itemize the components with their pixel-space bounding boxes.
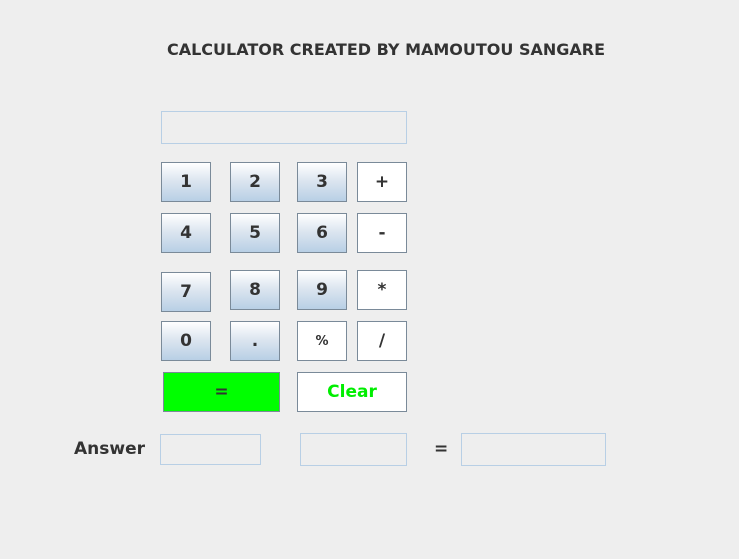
digit-0-button[interactable]: 0 bbox=[161, 321, 211, 361]
result-field[interactable] bbox=[461, 433, 606, 466]
divide-button[interactable]: / bbox=[357, 321, 407, 361]
minus-button[interactable]: - bbox=[357, 213, 407, 253]
digit-3-button[interactable]: 3 bbox=[297, 162, 347, 202]
digit-9-button[interactable]: 9 bbox=[297, 270, 347, 310]
app-title: CALCULATOR CREATED BY MAMOUTOU SANGARE bbox=[166, 40, 606, 59]
equals-button[interactable]: = bbox=[163, 372, 280, 412]
display-field[interactable] bbox=[161, 111, 407, 144]
decimal-button[interactable]: . bbox=[230, 321, 280, 361]
digit-7-button[interactable]: 7 bbox=[161, 272, 211, 312]
answer-equals-sign: = bbox=[434, 439, 449, 459]
digit-4-button[interactable]: 4 bbox=[161, 213, 211, 253]
plus-button[interactable]: + bbox=[357, 162, 407, 202]
answer-label: Answer bbox=[74, 439, 145, 459]
operand-1-field[interactable] bbox=[160, 434, 261, 465]
clear-button[interactable]: Clear bbox=[297, 372, 407, 412]
digit-2-button[interactable]: 2 bbox=[230, 162, 280, 202]
digit-5-button[interactable]: 5 bbox=[230, 213, 280, 253]
operand-2-field[interactable] bbox=[300, 433, 407, 466]
percent-button[interactable]: % bbox=[297, 321, 347, 361]
digit-6-button[interactable]: 6 bbox=[297, 213, 347, 253]
multiply-button[interactable]: * bbox=[357, 270, 407, 310]
digit-1-button[interactable]: 1 bbox=[161, 162, 211, 202]
digit-8-button[interactable]: 8 bbox=[230, 270, 280, 310]
